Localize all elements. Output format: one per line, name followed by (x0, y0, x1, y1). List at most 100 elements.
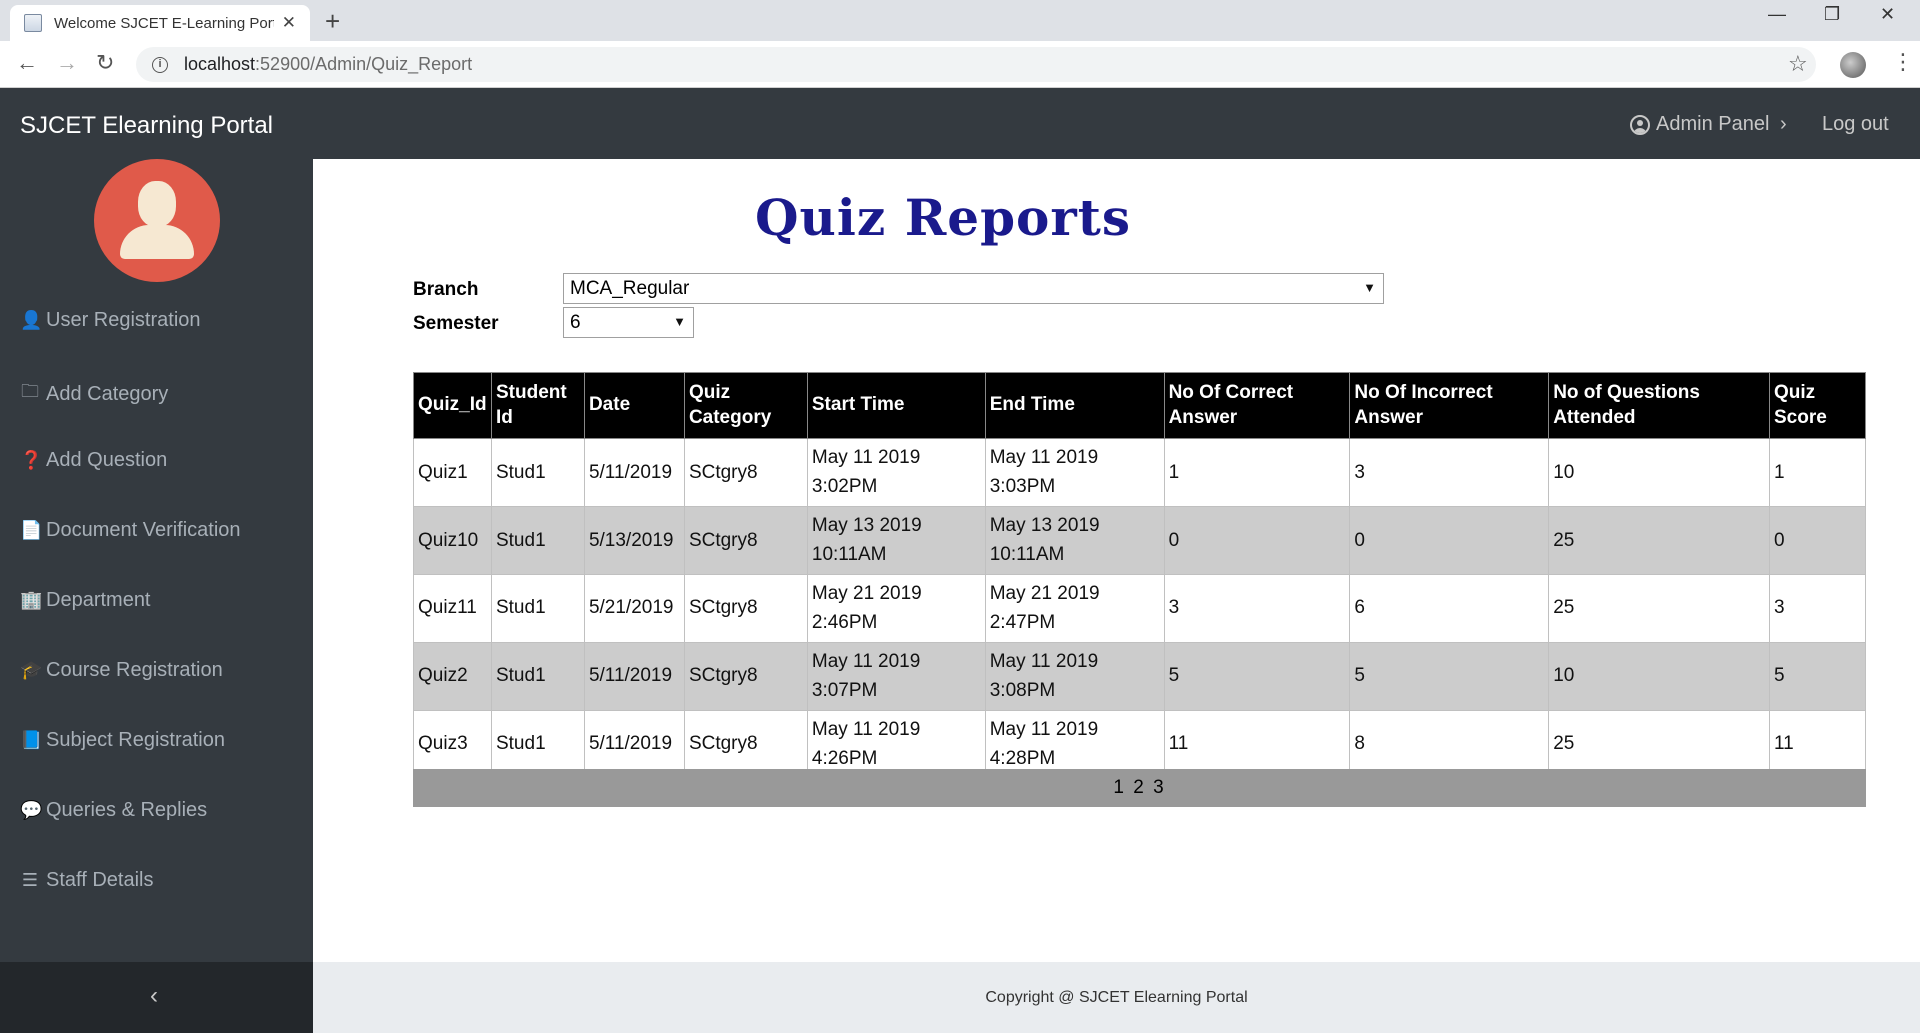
semester-label: Semester (413, 313, 499, 334)
reload-icon[interactable]: ↻ (96, 50, 114, 76)
table-header-row: Quiz_Id Student Id Date Quiz Category St… (413, 372, 1867, 439)
forward-icon[interactable]: → (56, 50, 78, 76)
user-plus-icon: 👤 (20, 310, 43, 330)
avatar (94, 159, 220, 282)
info-icon[interactable]: i (152, 56, 168, 73)
sidebar-item-label: Staff Details (46, 869, 154, 891)
cell-end-time: May 21 2019 2:47PM (984, 573, 1165, 643)
page-link-1[interactable]: 1 (1113, 777, 1126, 798)
cell-category: SCtgry8 (683, 641, 808, 711)
cell-quiz-id: Quiz10 (413, 505, 492, 575)
cell-start-time: May 13 2019 10:11AM (806, 505, 986, 575)
cell-incorrect: 0 (1349, 505, 1550, 575)
file-icon: 📄 (20, 520, 43, 540)
cell-start-time: May 21 2019 2:46PM (806, 573, 986, 643)
table-row: Quiz2 Stud1 5/11/2019 SCtgry8 May 11 201… (413, 641, 1867, 711)
cell-correct: 1 (1163, 438, 1351, 507)
close-window-icon[interactable]: ✕ (1880, 4, 1895, 25)
table-row: Quiz1 Stud1 5/11/2019 SCtgry8 May 11 201… (413, 438, 1867, 507)
cell-student-id: Stud1 (490, 709, 585, 779)
col-header-score[interactable]: Quiz Score (1768, 372, 1867, 439)
new-tab-icon[interactable]: + (325, 6, 340, 37)
semester-select-value: 6 (570, 311, 581, 333)
col-header-start-time[interactable]: Start Time (806, 372, 986, 439)
sidebar-item-user-registration[interactable]: 👤 User Registration (20, 309, 201, 332)
col-header-incorrect[interactable]: No Of Incorrect Answer (1349, 372, 1550, 439)
cell-quiz-id: Quiz3 (413, 709, 492, 779)
col-header-correct[interactable]: No Of Correct Answer (1163, 372, 1351, 439)
tab-title: Welcome SJCET E-Learning Portal (54, 14, 274, 32)
col-header-date[interactable]: Date (583, 372, 685, 439)
cell-end-time: May 11 2019 4:28PM (984, 709, 1165, 779)
sidebar-item-subject-registration[interactable]: 📘 Subject Registration (20, 729, 225, 752)
address-bar[interactable]: i localhost:52900/Admin/Quiz_Report (136, 47, 1816, 82)
cell-student-id: Stud1 (490, 641, 585, 711)
sidebar-item-document-verification[interactable]: 📄 Document Verification (20, 519, 241, 542)
close-tab-icon[interactable]: ✕ (282, 13, 296, 33)
profile-avatar[interactable] (1840, 52, 1866, 78)
col-header-end-time[interactable]: End Time (984, 372, 1165, 439)
sidebar-item-label: Subject Registration (46, 729, 225, 751)
avatar-body (120, 225, 194, 259)
sidebar-item-add-category[interactable]: 🗀 Add Category (20, 379, 168, 409)
cell-score: 5 (1768, 641, 1867, 711)
bookmark-star-icon[interactable]: ☆ (1788, 51, 1808, 77)
logout-link[interactable]: Log out (1822, 113, 1889, 136)
restore-icon[interactable]: ❐ (1824, 4, 1840, 25)
browser-tab[interactable]: Welcome SJCET E-Learning Portal ✕ (10, 5, 310, 41)
branch-select[interactable]: MCA_Regular ▼ (563, 273, 1384, 304)
url-text: localhost:52900/Admin/Quiz_Report (184, 54, 473, 74)
cell-quiz-id: Quiz1 (413, 438, 492, 507)
dropdown-arrow-icon: ▼ (1363, 280, 1376, 295)
app-header: SJCET Elearning Portal Admin Panel › Log… (0, 88, 1920, 159)
cell-attended: 25 (1548, 573, 1770, 643)
cell-date: 5/13/2019 (583, 505, 685, 575)
cell-attended: 25 (1548, 709, 1770, 779)
sidebar-item-staff-details[interactable]: ☰ Staff Details (20, 869, 154, 892)
sidebar-item-label: User Registration (46, 309, 201, 331)
cell-incorrect: 3 (1349, 438, 1550, 507)
sidebar-item-add-question[interactable]: ❓ Add Question (20, 449, 167, 472)
cell-start-time: May 11 2019 3:02PM (806, 438, 986, 507)
cell-incorrect: 8 (1349, 709, 1550, 779)
col-header-attended[interactable]: No of Questions Attended (1548, 372, 1770, 439)
cell-incorrect: 6 (1349, 573, 1550, 643)
table-row: Quiz11 Stud1 5/21/2019 SCtgry8 May 21 20… (413, 573, 1867, 643)
page-link-2[interactable]: 2 (1133, 777, 1146, 798)
dropdown-arrow-icon: ▼ (673, 314, 686, 329)
semester-select[interactable]: 6 ▼ (563, 307, 694, 338)
cell-student-id: Stud1 (490, 505, 585, 575)
cell-score: 11 (1768, 709, 1867, 779)
user-circle-icon (1630, 114, 1650, 135)
sidebar-item-department[interactable]: 🏢 Department (20, 589, 151, 612)
cell-incorrect: 5 (1349, 641, 1550, 711)
copyright-text: Copyright @ SJCET Elearning Portal (985, 989, 1248, 1006)
cell-category: SCtgry8 (683, 505, 808, 575)
cell-score: 1 (1768, 438, 1867, 507)
sidebar-item-queries-replies[interactable]: 💬 Queries & Replies (20, 799, 207, 822)
branch-select-value: MCA_Regular (570, 277, 690, 299)
building-icon: 🏢 (20, 590, 43, 610)
col-header-student-id[interactable]: Student Id (490, 372, 585, 439)
cell-date: 5/11/2019 (583, 438, 685, 507)
browser-menu-icon[interactable]: ⋮ (1892, 49, 1914, 75)
brand-title[interactable]: SJCET Elearning Portal (20, 112, 273, 140)
sidebar-item-course-registration[interactable]: 🎓 Course Registration (20, 659, 223, 682)
graduation-cap-icon: 🎓 (20, 660, 43, 680)
cell-end-time: May 11 2019 3:08PM (984, 641, 1165, 711)
back-icon[interactable]: ← (16, 50, 38, 76)
cell-correct: 11 (1163, 709, 1351, 779)
minimize-icon[interactable]: — (1768, 4, 1786, 25)
cell-attended: 25 (1548, 505, 1770, 575)
quiz-report-table: Quiz_Id Student Id Date Quiz Category St… (413, 372, 1867, 779)
page-title: Quiz Reports (755, 188, 1131, 247)
admin-panel-link[interactable]: Admin Panel (1630, 113, 1769, 136)
sidebar-item-label: Add Category (46, 382, 169, 405)
col-header-quiz-category[interactable]: Quiz Category (683, 372, 808, 439)
cell-date: 5/21/2019 (583, 573, 685, 643)
cell-quiz-id: Quiz11 (413, 573, 492, 643)
sidebar-collapse-icon[interactable]: ‹ (150, 982, 158, 1010)
page-link-3[interactable]: 3 (1153, 777, 1166, 798)
col-header-quiz-id[interactable]: Quiz_Id (413, 372, 492, 439)
sidebar-item-label: Document Verification (46, 519, 241, 541)
